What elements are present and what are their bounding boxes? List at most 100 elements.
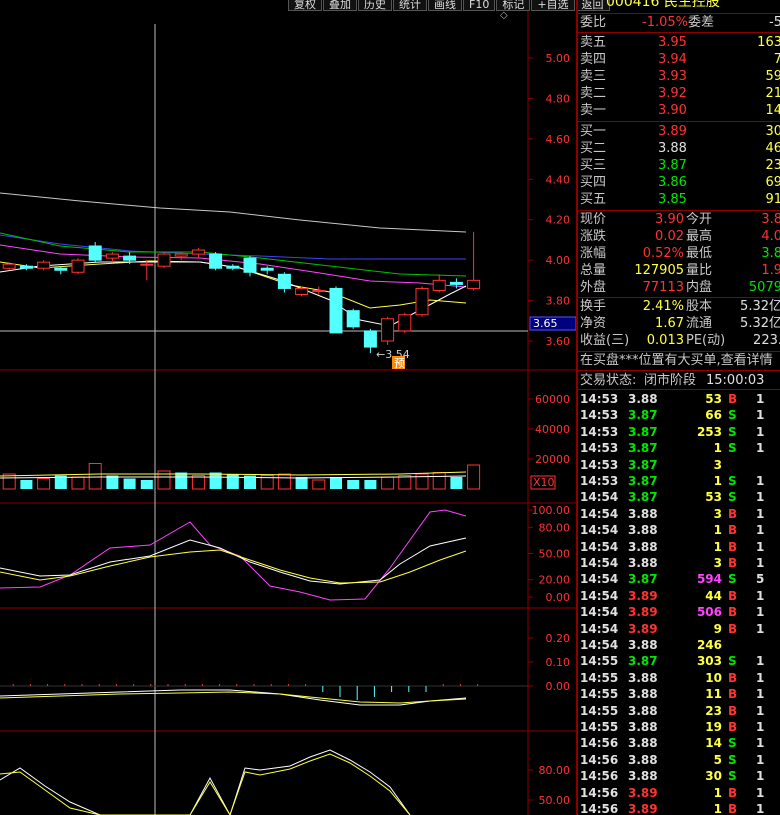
ask-qty: 21 (765, 86, 780, 101)
vol-axis-label: 60000 (535, 393, 570, 406)
volume-bar (347, 480, 360, 489)
candle-body (105, 253, 119, 259)
tick-v: 30 (705, 769, 722, 784)
tick-v: 1 (713, 523, 722, 538)
tick-v: 11 (705, 687, 722, 702)
tick-v: 1 (713, 539, 722, 554)
toolbar-button-0[interactable]: 复权 (288, 0, 322, 11)
candle-body (174, 253, 188, 257)
kdj-axis-label: 50.00 (539, 548, 571, 561)
tick-row: 14:54 3.88 3 B 1 (578, 506, 780, 523)
toolbar: 复权 叠加 历史 统计 画线 F10 标记 +自选 返回 (288, 0, 611, 11)
volume-bar (226, 474, 239, 489)
notice-row[interactable]: 在买盘***位置有大买单,查看详情 (578, 352, 780, 369)
tick-p: 3.88 (628, 670, 658, 685)
tick-v: 44 (705, 588, 722, 603)
diamond-icon[interactable]: ◇ (500, 10, 508, 21)
ask-price: 3.94 (658, 52, 687, 67)
price-axis-label: 4.80 (546, 92, 571, 105)
tick-v: 14 (705, 736, 722, 751)
tick-t: 14:53 (580, 441, 619, 456)
tick-s: B (728, 506, 738, 521)
price-axis-label: 5.00 (546, 52, 571, 65)
tick-s: S (728, 490, 737, 505)
candle-body (140, 263, 154, 266)
ask-row: 卖四 3.94 7 (578, 51, 780, 68)
kline-chart[interactable]: 5.004.804.604.404.204.003.803.603.65←3.5… (0, 0, 576, 815)
candle-body (260, 267, 274, 271)
stat-label-2: 今开 (686, 212, 713, 227)
candle-body (123, 255, 137, 261)
tick-t: 14:54 (580, 588, 619, 603)
tick-t: 14:54 (580, 506, 619, 521)
state-time: 15:00:03 (706, 373, 765, 388)
tick-v: 53 (705, 392, 722, 406)
tick-s: S (728, 441, 737, 456)
tick-s: B (728, 588, 738, 603)
tick-v: 253 (696, 424, 722, 439)
candle-body (88, 245, 102, 261)
tick-x: 1 (756, 703, 765, 718)
ask-row: 卖一 3.90 14 (578, 102, 780, 119)
toolbar-button-4[interactable]: 画线 (428, 0, 462, 11)
tick-s: B (728, 670, 738, 685)
toolbar-button-3[interactable]: 统计 (393, 0, 427, 11)
macd-axis-label: 0.10 (546, 656, 571, 669)
stat2-value-2: 5.32亿 (740, 316, 780, 331)
candle-body (37, 261, 51, 269)
tick-row: 14:54 3.88 1 B 1 (578, 539, 780, 556)
tick-s: B (728, 523, 738, 538)
tick-t: 14:53 (580, 392, 619, 406)
stat-value: 0.52% (642, 246, 684, 261)
tick-row: 14:56 3.89 1 B 1 (578, 801, 780, 815)
bid-qty: 30 (765, 124, 780, 139)
ma-line-0 (0, 192, 467, 233)
candle-body (295, 287, 309, 296)
toolbar-button-1[interactable]: 叠加 (323, 0, 357, 11)
bid-row: 买三 3.87 23 (578, 157, 780, 174)
volume-bar (364, 480, 377, 489)
tick-v: 246 (696, 638, 722, 652)
candle-body (243, 257, 257, 273)
stat-value: 127905 (634, 263, 684, 278)
tick-t: 14:54 (580, 572, 619, 587)
tick-p: 3.87 (628, 474, 658, 488)
bid-label: 买四 (580, 175, 607, 190)
tick-v: 23 (705, 703, 722, 718)
volume-bar (295, 477, 308, 489)
stat2-label-2: 股本 (686, 299, 713, 314)
tick-p: 3.88 (628, 752, 658, 767)
bid-qty: 46 (765, 141, 780, 156)
tick-x: 1 (756, 769, 765, 784)
tick-p: 3.88 (628, 556, 658, 570)
bid-price: 3.86 (658, 175, 687, 190)
tick-row: 14:53 3.87 3 (578, 457, 780, 474)
tick-x: 1 (756, 802, 765, 815)
tick-x: 1 (756, 424, 765, 439)
toolbar-button-5[interactable]: F10 (463, 0, 496, 11)
tick-v: 5 (713, 752, 722, 767)
volume-bar (140, 480, 153, 489)
tick-s: S (728, 572, 737, 587)
candle-body (381, 318, 395, 342)
toolbar-button-7[interactable]: +自选 (531, 0, 575, 11)
toolbar-button-2[interactable]: 历史 (358, 0, 392, 11)
tick-p: 3.89 (628, 588, 658, 603)
candle-body (329, 287, 343, 334)
price-axis-label: 3.80 (546, 295, 571, 308)
stat2-label: 收益(三) (580, 333, 630, 348)
tick-v: 53 (705, 490, 722, 505)
tick-x: 1 (756, 506, 765, 521)
bid-price: 3.87 (658, 158, 687, 173)
tick-v: 1 (713, 785, 722, 800)
candle-body (19, 265, 33, 269)
tick-p: 3.87 (628, 441, 658, 456)
stat-row: 现价 3.90 今开 3.8 (578, 211, 780, 228)
tick-t: 14:53 (580, 457, 619, 472)
tick-row: 14:53 3.87 1 S 1 (578, 440, 780, 457)
tick-v: 3 (713, 506, 722, 521)
tick-p: 3.87 (628, 408, 658, 423)
volume-bar (175, 472, 188, 489)
stat-value-2: 4.0 (761, 229, 780, 244)
stat-value-2: 1.9 (761, 263, 780, 278)
